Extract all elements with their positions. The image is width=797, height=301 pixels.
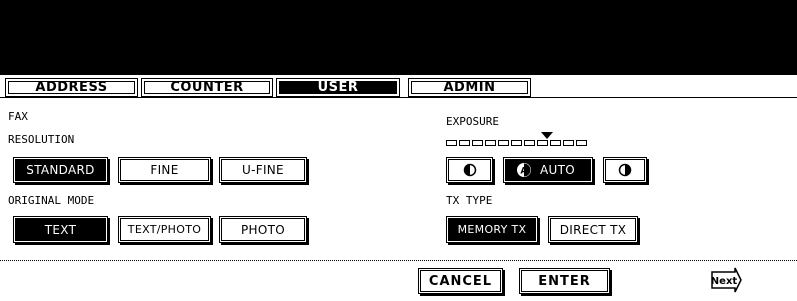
exposure-level-box	[498, 140, 509, 146]
tab-user[interactable]: USER	[276, 78, 400, 97]
exposure-auto-button[interactable]: A AUTO	[503, 157, 593, 183]
resolution-heading: RESOLUTION	[8, 133, 75, 146]
cancel-button[interactable]: CANCEL	[418, 268, 503, 294]
tx-type-heading: TX TYPE	[446, 194, 493, 207]
enter-button[interactable]: ENTER	[519, 268, 610, 294]
next-arrow-icon: Next	[711, 267, 742, 293]
exposure-auto-label: AUTO	[540, 163, 575, 177]
next-button[interactable]: Next	[710, 267, 742, 293]
original-mode-photo-button[interactable]: PHOTO	[219, 216, 307, 243]
exposure-level-box	[485, 140, 496, 146]
exposure-darker-button[interactable]	[603, 157, 647, 183]
tab-counter[interactable]: COUNTER	[141, 78, 273, 97]
exposure-level-box	[511, 140, 522, 146]
exposure-level-box	[524, 140, 535, 146]
resolution-fine-button[interactable]: FINE	[118, 157, 211, 183]
original-mode-text-photo-button[interactable]: TEXT/PHOTO	[118, 216, 211, 243]
resolution-ufine-button[interactable]: U-FINE	[219, 157, 307, 183]
tab-address[interactable]: ADDRESS	[5, 78, 138, 97]
tx-memory-button[interactable]: MEMORY TX	[446, 216, 538, 243]
original-mode-heading: ORIGINAL MODE	[8, 194, 95, 207]
exposure-level-box	[563, 140, 574, 146]
exposure-level-box	[550, 140, 561, 146]
exposure-level-box	[537, 140, 548, 146]
tab-underline	[0, 97, 797, 98]
fax-heading: FAX	[8, 110, 28, 123]
exposure-lighter-button[interactable]	[446, 157, 493, 183]
exposure-level-box	[459, 140, 470, 146]
top-black-bar	[0, 0, 797, 75]
half-circle-right-icon	[618, 163, 632, 177]
tx-direct-button[interactable]: DIRECT TX	[548, 216, 638, 243]
svg-text:A: A	[520, 167, 527, 177]
tab-admin[interactable]: ADMIN	[408, 78, 531, 97]
resolution-standard-button[interactable]: STANDARD	[13, 157, 108, 183]
auto-exposure-icon: A	[517, 163, 531, 177]
exposure-level-pointer	[541, 132, 553, 139]
exposure-heading: EXPOSURE	[446, 115, 499, 128]
exposure-level-scale	[446, 140, 587, 146]
exposure-level-box	[576, 140, 587, 146]
half-circle-left-icon	[463, 163, 476, 177]
exposure-level-box	[472, 140, 483, 146]
exposure-level-box	[446, 140, 457, 146]
footer-divider	[0, 260, 797, 261]
next-label: Next	[711, 276, 738, 287]
original-mode-text-button[interactable]: TEXT	[13, 216, 108, 243]
